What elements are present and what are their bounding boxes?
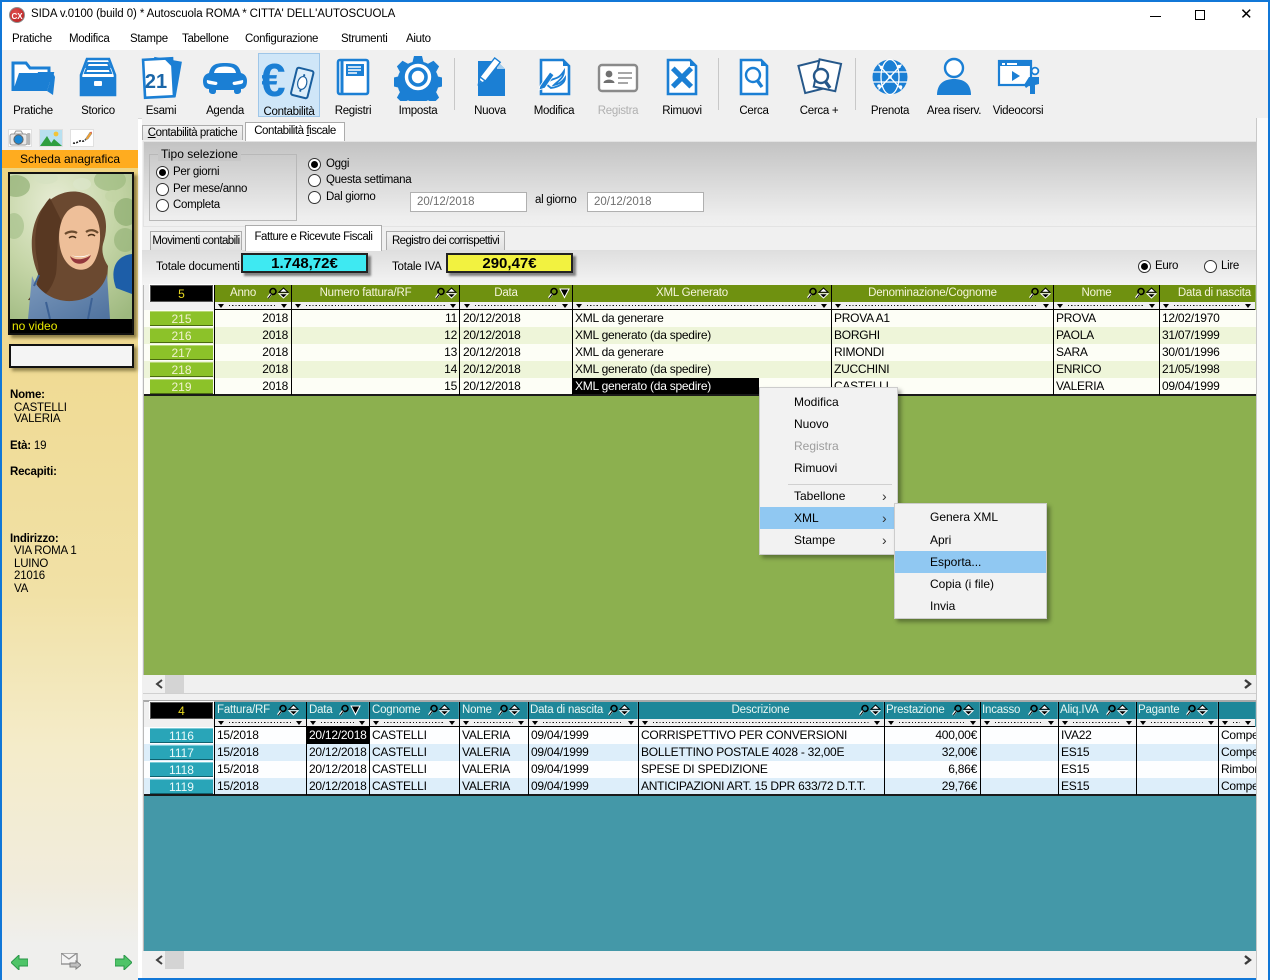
svg-text:21: 21 [145,71,167,93]
svg-text:€: € [262,56,286,102]
